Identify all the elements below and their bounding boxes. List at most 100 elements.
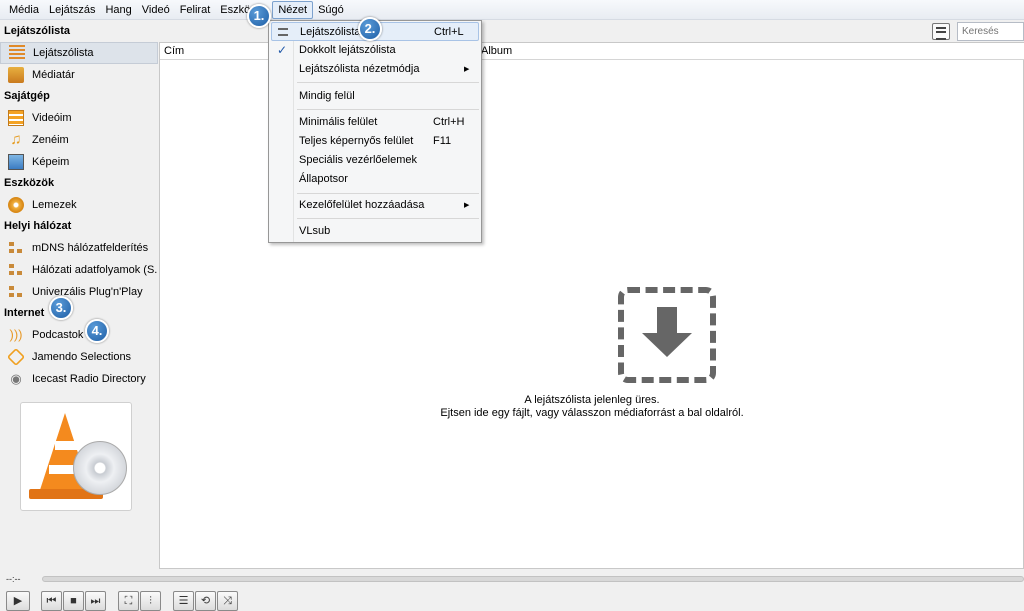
sidebar-item-label: Zenéim — [32, 134, 69, 146]
loop-button[interactable]: ⟲ — [195, 591, 216, 611]
menu-item-label: Lejátszólista nézetmódja — [299, 63, 420, 75]
picture-icon — [8, 154, 24, 170]
sidebar-item-label: Jamendo Selections — [32, 351, 132, 363]
sidebar-item-mdns[interactable]: mDNS hálózatfelderítés — [0, 237, 158, 259]
sidebar-item-label: Lejátszólista — [33, 47, 94, 59]
sidebar-item-playlist[interactable]: Lejátszólista — [0, 42, 158, 64]
sidebar-item-my-pictures[interactable]: Képeim — [0, 151, 158, 173]
playlist-icon: ☰ — [178, 595, 189, 607]
menu-help[interactable]: Súgó — [313, 1, 349, 19]
sidebar-item-my-music[interactable]: ♫ Zenéim — [0, 129, 158, 151]
submenu-arrow-icon: ▶ — [464, 202, 470, 209]
menu-item-label: Minimális felület — [299, 116, 378, 128]
menu-video[interactable]: Videó — [137, 1, 175, 19]
disc-icon — [8, 197, 24, 213]
menu-item-label: VLsub — [299, 225, 331, 237]
network-icon — [8, 240, 24, 256]
menu-separator — [297, 82, 479, 83]
sidebar-item-label: mDNS hálózatfelderítés — [32, 242, 149, 254]
menu-playback[interactable]: Lejátszás — [44, 1, 100, 19]
elapsed-time: --:-- — [6, 574, 21, 584]
section-local-network: Helyi hálózat — [4, 220, 72, 232]
sidebar-item-icecast[interactable]: ◉ Icecast Radio Directory — [0, 368, 158, 390]
submenu-arrow-icon: ▶ — [464, 66, 470, 73]
playlist-icon — [278, 28, 288, 36]
sidebar-item-discs[interactable]: Lemezek — [0, 194, 158, 216]
seek-slider[interactable] — [42, 576, 1024, 582]
view-menu-dropdown: Lejátszólista Ctrl+L ✓ Dokkolt lejátszól… — [268, 20, 482, 243]
sidebar-item-label: Hálózati adatfolyamok (S... — [32, 264, 158, 276]
previous-button[interactable]: ⏮ — [41, 591, 62, 611]
menu-media[interactable]: Média — [4, 1, 44, 19]
menu-item-label: Speciális vezérlőelemek — [299, 154, 417, 166]
play-icon: ▶ — [13, 595, 23, 607]
checkmark-icon: ✓ — [277, 43, 288, 57]
download-arrow-icon — [657, 307, 677, 333]
playlist-view-toggle-button[interactable] — [932, 23, 950, 40]
callout-3: 3. — [49, 296, 73, 320]
sidebar-item-label: Videóim — [32, 112, 72, 124]
stop-button[interactable]: ■ — [63, 591, 84, 611]
menu-item-shortcut: Ctrl+H — [433, 116, 465, 128]
menu-item-minimal-interface[interactable]: Minimális felület Ctrl+H — [271, 113, 479, 132]
playlist-icon — [9, 45, 25, 61]
menu-item-vlsub[interactable]: VLsub — [271, 222, 479, 241]
menu-item-label: Teljes képernyős felület — [299, 135, 414, 147]
network-icon — [8, 262, 24, 278]
menu-bar: Média Lejátszás Hang Videó Felirat Eszkö… — [0, 0, 1024, 20]
menu-audio[interactable]: Hang — [100, 1, 136, 19]
cd-icon — [73, 441, 127, 495]
menu-view[interactable]: Nézet — [272, 0, 314, 19]
section-playlist: Lejátszólista — [4, 25, 71, 37]
menu-item-shortcut: Ctrl+L — [434, 26, 464, 38]
column-album[interactable]: Album — [481, 45, 512, 57]
menu-item-playlist-view-mode[interactable]: Lejátszólista nézetmódja ▶ — [271, 60, 479, 79]
sidebar-item-media-library[interactable]: Médiatár — [0, 64, 158, 86]
menu-item-always-on-top[interactable]: Mindig felül — [271, 87, 479, 106]
menu-item-add-interface[interactable]: Kezelőfelület hozzáadása ▶ — [271, 196, 479, 215]
menu-item-label: Mindig felül — [299, 90, 355, 102]
play-button[interactable]: ▶ — [6, 591, 30, 611]
empty-playlist-hint: Ejtsen ide egy fájlt, vagy válasszon méd… — [440, 407, 744, 419]
download-arrow-icon — [642, 333, 692, 357]
radio-icon: ◉ — [10, 371, 22, 386]
fullscreen-icon: ⛶ — [124, 595, 133, 607]
search-input[interactable] — [957, 22, 1024, 41]
podcast-icon: ))) — [9, 327, 23, 342]
menu-item-label: Dokkolt lejátszólista — [299, 44, 396, 56]
shuffle-button[interactable]: ⤨ — [217, 591, 238, 611]
sidebar-item-jamendo[interactable]: Jamendo Selections — [0, 346, 158, 368]
jamendo-icon — [6, 347, 26, 367]
sidebar-item-label: Icecast Radio Directory — [32, 373, 146, 385]
menu-subtitle[interactable]: Felirat — [175, 1, 216, 19]
menu-item-status-bar[interactable]: Állapotsor — [271, 170, 479, 189]
sidebar-item-my-videos[interactable]: Videóim — [0, 107, 158, 129]
menu-item-label: Lejátszólista — [300, 26, 361, 38]
loop-icon: ⟲ — [200, 595, 211, 607]
sidebar-item-network-streams[interactable]: Hálózati adatfolyamok (S... — [0, 259, 158, 281]
album-art — [20, 402, 132, 511]
menu-item-label: Állapotsor — [299, 173, 348, 185]
sidebar-item-podcasts[interactable]: ))) Podcastok — [0, 324, 158, 346]
next-button[interactable]: ⏭ — [85, 591, 106, 611]
callout-1: 1. — [247, 4, 271, 28]
stop-icon: ■ — [70, 595, 77, 607]
next-icon: ⏭ — [90, 595, 101, 607]
toggle-playlist-button[interactable]: ☰ — [173, 591, 194, 611]
menu-item-advanced-controls[interactable]: Speciális vezérlőelemek — [271, 151, 479, 170]
menu-item-fullscreen-interface[interactable]: Teljes képernyős felület F11 — [271, 132, 479, 151]
sidebar-item-label: Univerzális Plug'n'Play — [32, 286, 143, 298]
menu-item-shortcut: F11 — [433, 135, 452, 147]
section-my-computer: Sajátgép — [4, 90, 50, 102]
music-note-icon: ♫ — [10, 131, 22, 148]
menu-separator — [297, 109, 479, 110]
sidebar-item-label: Lemezek — [32, 199, 77, 211]
fullscreen-button[interactable]: ⛶ — [118, 591, 139, 611]
menu-separator — [297, 218, 479, 219]
extended-settings-button[interactable]: ⫶ — [140, 591, 161, 611]
column-title[interactable]: Cím — [164, 45, 184, 57]
menu-item-docked-playlist[interactable]: ✓ Dokkolt lejátszólista — [271, 41, 479, 60]
section-internet: Internet — [4, 307, 45, 319]
sidebar-item-upnp[interactable]: Univerzális Plug'n'Play — [0, 281, 158, 303]
callout-2: 2. — [358, 17, 382, 41]
